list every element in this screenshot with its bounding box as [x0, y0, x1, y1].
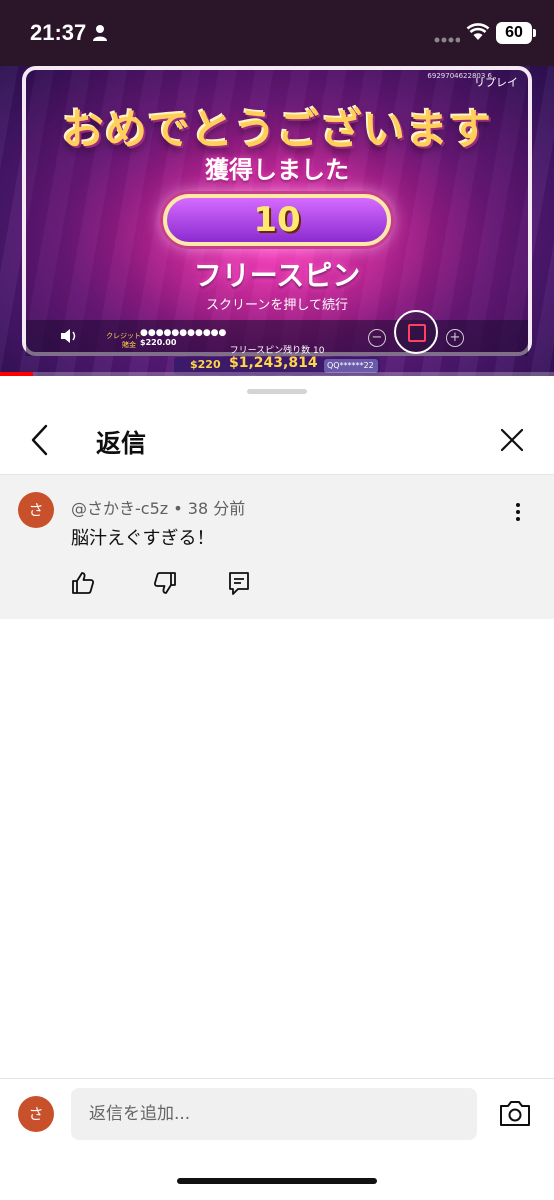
signal-icon: [434, 37, 460, 43]
bet-plus-button[interactable]: +: [446, 329, 464, 347]
comment-text: 脳汁えぐすぎる！: [71, 528, 215, 549]
comment-card: さ @さかき-c5z • 38 分前 脳汁えぐすぎる！: [0, 475, 554, 619]
reply-input[interactable]: [71, 1088, 477, 1140]
back-button[interactable]: [26, 422, 54, 458]
press-screen-label: スクリーンを押して続行: [206, 298, 348, 313]
free-spin-count-badge: 10: [163, 194, 391, 246]
stop-icon: [408, 324, 426, 342]
user-avatar[interactable]: さ: [18, 1096, 54, 1132]
credit-value: ●●●●●●●●●●●: [140, 328, 227, 338]
congrats-title: おめでとうございます: [61, 105, 492, 154]
free-spin-count: 10: [253, 200, 301, 240]
status-time: 21:37: [30, 20, 87, 45]
replay-label: リプレイ: [474, 76, 518, 89]
win-total: $1,243,814: [229, 355, 318, 371]
home-indicator: [177, 1178, 377, 1184]
replies-sheet: 返信 さ @さかき-c5z • 38 分前 脳汁えぐすぎる！ さ: [0, 376, 554, 1200]
win-bet: $220: [190, 358, 221, 371]
close-icon[interactable]: [498, 426, 526, 454]
reply-comment-icon[interactable]: [226, 570, 252, 596]
more-vert-icon[interactable]: [508, 501, 528, 523]
status-bar: 21:37 60: [0, 0, 554, 66]
sheet-title: 返信: [96, 429, 147, 458]
like-icon[interactable]: [70, 570, 96, 596]
avatar[interactable]: さ: [18, 492, 54, 528]
spin-button[interactable]: [394, 310, 438, 354]
person-icon: [93, 25, 107, 41]
comment-meta: @さかき-c5z • 38 分前: [71, 499, 246, 518]
wifi-icon: [466, 23, 490, 40]
dislike-icon[interactable]: [152, 570, 178, 596]
composer-divider: [0, 1078, 554, 1079]
bet-minus-button[interactable]: −: [368, 329, 386, 347]
won-label: 獲得しました: [205, 156, 349, 184]
speaker-icon[interactable]: [60, 328, 78, 344]
battery-icon: 60: [496, 22, 536, 44]
video-player[interactable]: 6929704622803 6 リプレイ おめでとうございます 獲得しました 1…: [0, 66, 554, 376]
drag-handle[interactable]: [247, 389, 307, 394]
camera-icon[interactable]: [498, 1098, 532, 1128]
free-spin-label: フリースピン: [193, 259, 361, 292]
win-user: QQ******22: [324, 359, 378, 373]
